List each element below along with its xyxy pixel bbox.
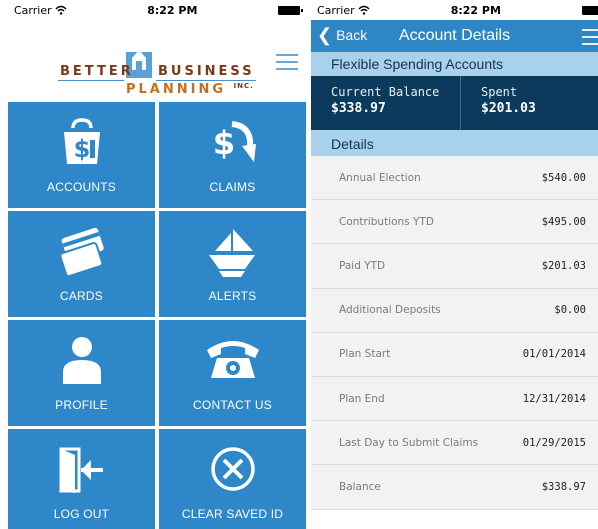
list-item: Last Day to Submit Claims 01/29/2015	[311, 421, 598, 466]
log-out-tile[interactable]: LOG OUT	[8, 429, 155, 529]
contact-us-tile[interactable]: CONTACT US	[159, 320, 306, 426]
company-logo: BETTER BUSINESS PLANNING INC.	[58, 38, 258, 98]
svg-text:$: $	[212, 124, 234, 162]
contact-us-label: CONTACT US	[193, 398, 272, 412]
status-bar: Carrier 8:22 PM	[311, 0, 598, 20]
profile-label: PROFILE	[55, 398, 108, 412]
cards-label: CARDS	[59, 289, 103, 303]
svg-text:$: $	[73, 135, 90, 163]
accounts-label: ACCOUNTS	[47, 180, 116, 194]
list-item: Paid YTD $201.03	[311, 244, 598, 289]
current-balance-value: $338.97	[331, 101, 386, 116]
battery-icon	[277, 5, 303, 15]
log-out-label: LOG OUT	[53, 507, 110, 521]
logout-door-icon	[59, 447, 103, 493]
paper-plane-icon	[208, 229, 255, 277]
telephone-icon	[206, 341, 259, 378]
app-header: BETTER BUSINESS PLANNING INC.	[8, 20, 306, 102]
home-screen: Carrier 8:22 PM BETTER BUSINESS PLANNING…	[8, 0, 306, 529]
alerts-label: ALERTS	[208, 289, 257, 303]
person-icon	[62, 337, 101, 384]
carrier-label: Carrier	[14, 3, 52, 17]
clear-saved-id-tile[interactable]: CLEAR SAVED ID	[159, 429, 306, 529]
wifi-icon	[358, 5, 370, 15]
section-header: Flexible Spending Accounts	[311, 52, 598, 76]
list-item: Plan End 12/31/2014	[311, 376, 598, 422]
cards-tile[interactable]: CARDS	[8, 211, 155, 317]
logo-word-planning: PLANNING INC.	[126, 82, 254, 97]
claims-label: CLAIMS	[209, 180, 256, 194]
credit-cards-icon	[58, 227, 104, 277]
dollar-arrow-icon: $	[212, 121, 256, 162]
list-item: Contributions YTD $495.00	[311, 200, 598, 245]
list-item: Annual Election $540.00	[311, 156, 598, 201]
page-title: Account Details	[398, 27, 511, 44]
nav-bar: ❮ Back Account Details	[311, 20, 598, 52]
list-item: Additional Deposits $0.00	[311, 288, 598, 333]
hamburger-menu-icon[interactable]	[276, 54, 298, 70]
hamburger-menu-icon[interactable]	[582, 29, 598, 45]
details-list: Annual Election $540.00 Contributions YT…	[311, 156, 598, 510]
circle-x-icon	[210, 447, 255, 491]
accounts-tile[interactable]: $ ACCOUNTS	[8, 102, 155, 208]
main-menu-grid: $ ACCOUNTS $ CLAIMS CARDS ALERTS PROFILE…	[8, 102, 306, 529]
account-details-screen: Carrier 8:22 PM ❮ Back Account Details F…	[311, 0, 598, 529]
spent-value: $201.03	[481, 101, 536, 116]
balance-summary: Current Balance $338.97 Spent $201.03	[311, 76, 598, 130]
carrier-label: Carrier	[317, 3, 355, 17]
current-balance-label: Current Balance	[331, 85, 440, 99]
battery-icon	[581, 5, 598, 15]
details-header: Details	[311, 130, 598, 156]
alerts-tile[interactable]: ALERTS	[159, 211, 306, 317]
logo-word-business: BUSINESS	[158, 64, 255, 79]
money-bag-icon: $	[63, 118, 100, 164]
status-time: 8:22 PM	[450, 3, 501, 17]
list-item: Balance $338.97	[311, 465, 598, 510]
spent: Spent $201.03	[461, 76, 536, 130]
current-balance: Current Balance $338.97	[311, 76, 461, 130]
status-bar: Carrier 8:22 PM	[8, 0, 306, 20]
wifi-icon	[55, 5, 67, 15]
logo-word-better: BETTER	[60, 64, 134, 79]
spent-label: Spent	[481, 85, 518, 99]
status-time: 8:22 PM	[147, 3, 198, 17]
clear-saved-id-label: CLEAR SAVED ID	[181, 507, 284, 521]
list-item: Plan Start 01/01/2014	[311, 332, 598, 377]
claims-tile[interactable]: $ CLAIMS	[159, 102, 306, 208]
profile-tile[interactable]: PROFILE	[8, 320, 155, 426]
